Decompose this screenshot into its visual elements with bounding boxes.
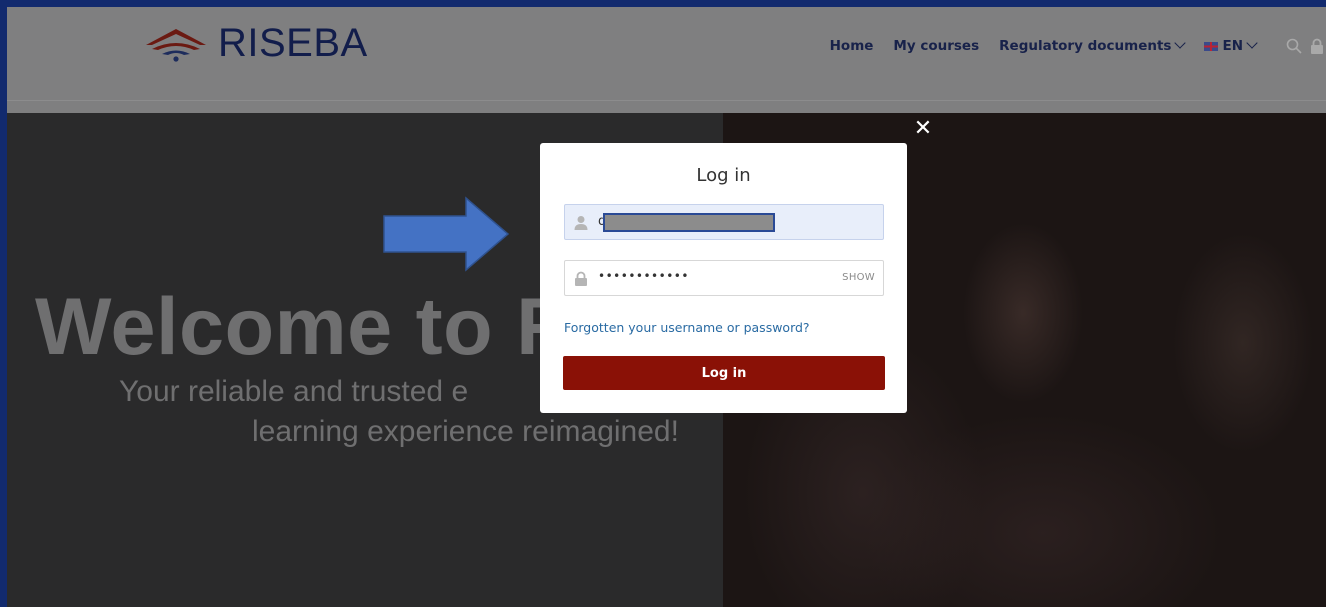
nav-my-courses[interactable]: My courses: [893, 38, 979, 54]
chevron-down-icon: [1174, 37, 1187, 49]
close-modal-button[interactable]: ✕: [913, 116, 933, 140]
main-nav: Home My courses Regulatory documents EN: [830, 35, 1326, 57]
nav-home[interactable]: Home: [830, 38, 874, 54]
chevron-down-icon: [1246, 37, 1258, 49]
user-icon: [574, 216, 588, 230]
annotation-arrow-icon: [383, 196, 510, 272]
hero-subtitle-line2: learning experience reimagined!: [252, 415, 679, 448]
hero-subtitle-line1: Your reliable and trusted e: [119, 375, 469, 408]
password-value: ••••••••••••: [598, 269, 689, 283]
lock-icon: [575, 271, 587, 286]
nav-regulatory-documents[interactable]: Regulatory documents: [999, 37, 1187, 54]
brand-logo[interactable]: RISEBA: [142, 19, 368, 67]
brand-name: RISEBA: [218, 20, 368, 65]
header-divider: [7, 100, 1326, 101]
riseba-logo-icon: [146, 29, 206, 62]
site-header: RISEBA Home My courses Regulatory docume…: [7, 7, 1326, 113]
login-button[interactable]: Log in: [563, 356, 885, 390]
show-password-toggle[interactable]: SHOW: [842, 272, 875, 283]
nav-regulatory-label: Regulatory documents: [999, 38, 1172, 54]
language-selector[interactable]: EN: [1204, 37, 1258, 54]
uk-flag-icon: [1204, 41, 1219, 51]
language-label: EN: [1222, 38, 1243, 54]
search-icon[interactable]: [1286, 38, 1302, 54]
screenshot-frame: RISEBA Home My courses Regulatory docume…: [0, 0, 1326, 607]
password-field[interactable]: •••••••••••• SHOW: [564, 260, 884, 296]
username-field[interactable]: d: [564, 204, 884, 240]
redaction-box: [603, 213, 775, 232]
forgot-password-link[interactable]: Forgotten your username or password?: [564, 320, 810, 335]
login-modal: Log in d •••••••••••• SHOW Forgotten you…: [540, 143, 907, 413]
modal-title: Log in: [696, 165, 751, 186]
lock-icon[interactable]: [1310, 38, 1324, 54]
